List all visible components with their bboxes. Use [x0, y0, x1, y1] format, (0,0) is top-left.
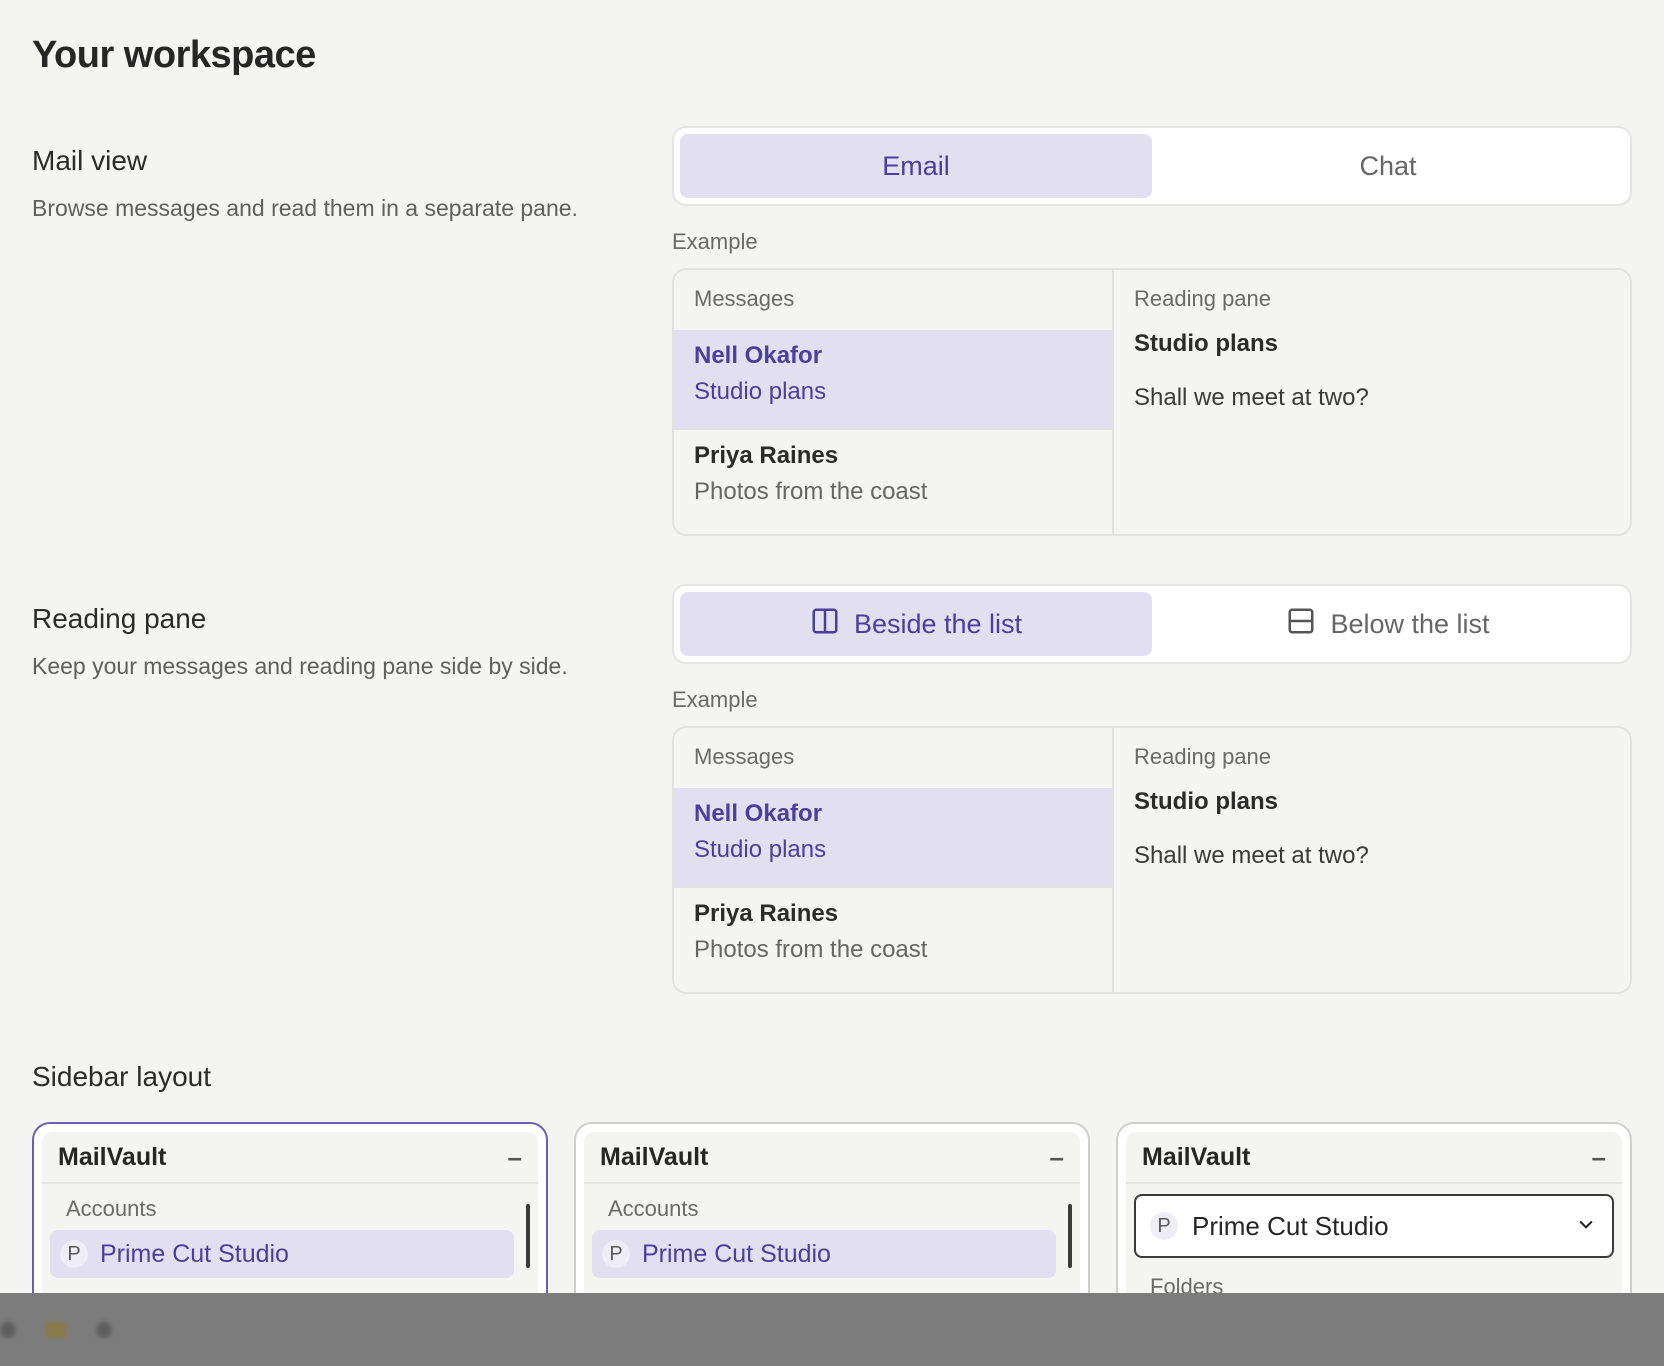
sidebar-header: MailVault – — [584, 1132, 1080, 1184]
reading-body: Shall we meet at two? — [1134, 842, 1369, 869]
reading-subject: Studio plans — [1134, 330, 1278, 357]
email-option-label: Email — [882, 150, 950, 181]
mail-view-example-label: Example — [672, 229, 758, 254]
mail-view-title: Mail view — [32, 145, 148, 176]
email-option-button[interactable]: Email — [680, 134, 1152, 198]
message-subject: Photos from the coast — [694, 936, 928, 963]
avatar: P — [60, 1240, 88, 1268]
reading-pane-description: Keep your messages and reading pane side… — [32, 653, 568, 679]
messages-column: Messages Nell Okafor Studio plans Priya … — [674, 270, 1114, 534]
blurred-status-item — [96, 1321, 112, 1338]
scrollbar — [526, 1204, 530, 1268]
rows-icon — [1286, 606, 1316, 643]
avatar: P — [602, 1240, 630, 1268]
scrollbar — [1068, 1204, 1072, 1268]
message-sender: Nell Okafor — [694, 342, 823, 369]
messages-header: Messages — [694, 286, 795, 311]
mail-view-example-preview: Messages Nell Okafor Studio plans Priya … — [672, 268, 1632, 536]
message-sender: Priya Raines — [694, 900, 839, 927]
accounts-label: Accounts — [66, 1196, 157, 1221]
accounts-label: Accounts — [608, 1196, 699, 1221]
app-brand: MailVault — [1142, 1142, 1251, 1171]
sidebar-layout-title: Sidebar layout — [32, 1061, 212, 1092]
account-name: Prime Cut Studio — [1192, 1210, 1389, 1241]
mail-view-toggle: Email Chat — [672, 126, 1632, 206]
sidebar-header: MailVault – — [1126, 1132, 1622, 1184]
list-item: Nell Okafor Studio plans — [674, 330, 1112, 428]
account-select: P Prime Cut Studio — [1134, 1194, 1614, 1258]
reading-pane-example-preview: Messages Nell Okafor Studio plans Priya … — [672, 726, 1632, 994]
message-sender: Priya Raines — [694, 442, 839, 469]
message-subject: Studio plans — [694, 378, 827, 405]
reading-subject: Studio plans — [1134, 788, 1278, 815]
app-brand: MailVault — [58, 1142, 167, 1171]
minimize-icon: – — [1591, 1142, 1606, 1172]
reading-pane-toggle: Beside the list Below the list — [672, 584, 1632, 664]
reading-pane-column: Reading pane Studio plans Shall we meet … — [1114, 270, 1630, 534]
reading-pane-header: Reading pane — [1134, 744, 1272, 769]
sidebar-header: MailVault – — [42, 1132, 538, 1184]
mail-view-description: Browse messages and read them in a separ… — [32, 195, 578, 221]
account-name: Prime Cut Studio — [642, 1239, 831, 1268]
reading-body: Shall we meet at two? — [1134, 384, 1369, 411]
messages-header: Messages — [694, 744, 795, 769]
folder-icon — [46, 1321, 66, 1338]
reading-pane-example-label: Example — [672, 687, 758, 712]
below-list-option-label: Below the list — [1330, 608, 1490, 639]
columns-icon — [810, 606, 840, 643]
list-item: Nell Okafor Studio plans — [674, 788, 1112, 886]
list-item: Priya Raines Photos from the coast — [674, 428, 1112, 526]
chevron-down-icon — [1576, 1214, 1596, 1239]
messages-column: Messages Nell Okafor Studio plans Priya … — [674, 728, 1114, 992]
reading-pane-header: Reading pane — [1134, 286, 1272, 311]
bottom-status-bar — [0, 1293, 1664, 1366]
minimize-icon: – — [1049, 1142, 1064, 1172]
app-brand: MailVault — [600, 1142, 709, 1171]
account-item: P Prime Cut Studio — [50, 1230, 514, 1278]
list-item: Priya Raines Photos from the coast — [674, 886, 1112, 984]
account-name: Prime Cut Studio — [100, 1239, 289, 1268]
beside-list-option-label: Beside the list — [853, 608, 1023, 639]
reading-pane-column: Reading pane Studio plans Shall we meet … — [1114, 728, 1630, 992]
account-item: P Prime Cut Studio — [592, 1230, 1056, 1278]
reading-pane-title: Reading pane — [32, 603, 207, 634]
message-sender: Nell Okafor — [694, 800, 823, 827]
message-subject: Studio plans — [694, 836, 827, 863]
minimize-icon: – — [507, 1142, 522, 1172]
chat-option-label: Chat — [1359, 150, 1417, 181]
beside-list-option-button[interactable]: Beside the list — [680, 592, 1152, 656]
avatar: P — [1150, 1212, 1178, 1240]
below-list-option-button[interactable]: Below the list — [1152, 592, 1624, 656]
page-title: Your workspace — [32, 34, 316, 76]
chat-option-button[interactable]: Chat — [1152, 134, 1624, 198]
blurred-status-item — [0, 1321, 16, 1338]
message-subject: Photos from the coast — [694, 478, 928, 505]
